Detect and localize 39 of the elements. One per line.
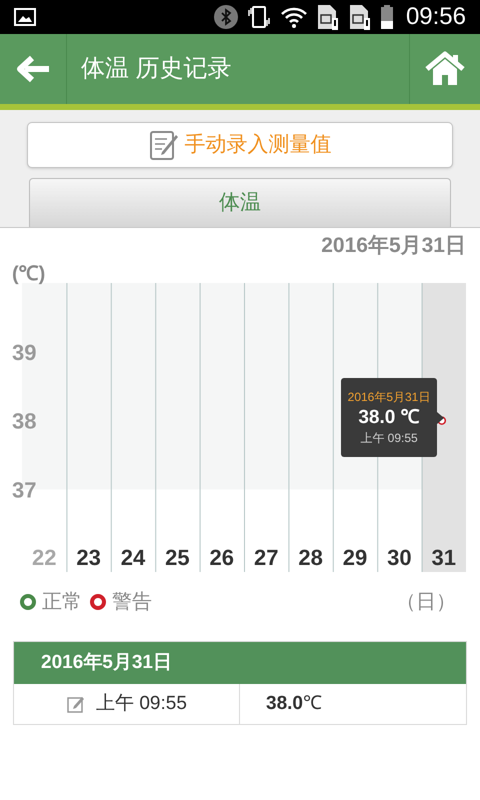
home-icon bbox=[425, 51, 465, 87]
back-arrow-icon bbox=[15, 54, 51, 84]
status-time: 09:56 bbox=[406, 2, 466, 32]
vibrate-icon bbox=[246, 4, 272, 30]
y-axis-label: 38 bbox=[12, 408, 36, 434]
tooltip-date: 2016年5月31日 bbox=[348, 388, 430, 406]
wifi-icon bbox=[280, 6, 308, 28]
record-date-header: 2016年5月31日 bbox=[14, 642, 466, 684]
manual-entry-button[interactable]: 手动录入测量值 bbox=[27, 122, 453, 168]
category-button[interactable]: 体温 bbox=[29, 178, 451, 227]
image-icon bbox=[14, 8, 36, 26]
y-axis-label: 39 bbox=[12, 340, 36, 365]
x-axis-label: 23 bbox=[76, 545, 101, 570]
tooltip-value: 38.0 ℃ bbox=[358, 406, 420, 430]
x-axis-label: 24 bbox=[120, 545, 146, 570]
x-axis-unit: （日） bbox=[396, 590, 457, 615]
record-time-cell: 上午 09:55 bbox=[14, 684, 240, 724]
edit-icon bbox=[66, 694, 86, 714]
sim-card-icon bbox=[316, 3, 340, 31]
x-axis-label: 31 bbox=[432, 545, 456, 570]
battery-icon bbox=[380, 4, 394, 30]
x-axis-label: 26 bbox=[210, 545, 234, 570]
chart-date: 2016年5月31日 bbox=[321, 232, 466, 259]
x-axis-label: 22 bbox=[32, 545, 56, 570]
x-axis-label: 27 bbox=[254, 545, 278, 570]
x-axis-label: 30 bbox=[387, 545, 412, 570]
bluetooth-icon bbox=[214, 5, 238, 29]
y-axis-label: 37 bbox=[12, 477, 36, 502]
x-axis-label: 25 bbox=[165, 545, 190, 570]
screen-title: 体温 历史记录 bbox=[81, 54, 232, 84]
x-axis-label: 29 bbox=[342, 545, 368, 570]
record-value-cell-text: 38.0℃ bbox=[265, 692, 323, 716]
legend-label: 正常 bbox=[42, 590, 82, 615]
tooltip-time: 上午 09:55 bbox=[360, 430, 418, 448]
sim-card-icon bbox=[348, 3, 372, 31]
legend-label: 警告 bbox=[112, 590, 152, 615]
y-axis-unit: (℃) bbox=[12, 263, 46, 285]
x-axis-label: 28 bbox=[298, 545, 323, 570]
edit-note-icon bbox=[148, 128, 178, 161]
